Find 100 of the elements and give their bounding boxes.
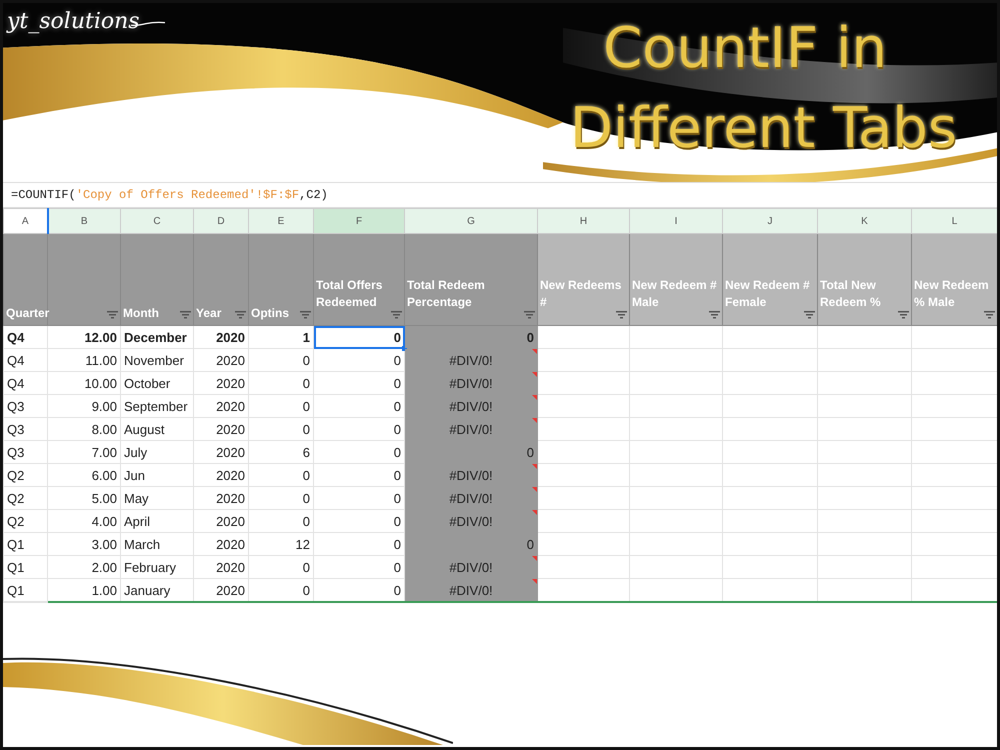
table-cell: #DIV/0! <box>404 556 538 578</box>
table-cell: 0 <box>314 486 404 510</box>
table-cell: Jun <box>120 464 194 486</box>
table-cell: March <box>120 532 194 556</box>
table-cell: May <box>120 486 194 510</box>
table-cell: 12.00 <box>48 326 120 348</box>
table-cell: February <box>120 556 194 578</box>
table-cell: 0 <box>314 326 404 348</box>
filter-icon[interactable] <box>391 311 402 319</box>
filter-icon[interactable] <box>235 311 246 319</box>
table-cell: 10.00 <box>48 372 120 394</box>
table-cell: 0 <box>248 418 314 440</box>
table-cell: 2020 <box>194 556 248 578</box>
table-cell: 0 <box>314 464 404 486</box>
column-header[interactable]: C <box>120 208 194 234</box>
filter-icon[interactable] <box>300 311 311 319</box>
table-cell: 8.00 <box>48 418 120 440</box>
column-header[interactable]: G <box>404 208 538 234</box>
table-cell: April <box>120 510 194 532</box>
table-cell: #DIV/0! <box>404 464 538 486</box>
header-label: Optins <box>251 305 289 322</box>
table-cell: December <box>120 326 194 348</box>
table-cell: Q2 <box>4 486 48 510</box>
filter-icon[interactable] <box>898 311 909 319</box>
table-cell: #DIV/0! <box>404 510 538 532</box>
header-label: Total New Redeem % <box>820 277 882 311</box>
column-header[interactable]: D <box>194 208 248 234</box>
filter-icon[interactable] <box>709 311 720 319</box>
table-cell: 1 <box>248 326 314 348</box>
header-label: Quarter <box>6 305 50 322</box>
table-cell: September <box>120 394 194 418</box>
table-cell: #DIV/0! <box>404 348 538 372</box>
column-header[interactable]: J <box>722 208 818 234</box>
column-header[interactable]: K <box>818 208 912 234</box>
table-cell: 2.00 <box>48 556 120 578</box>
table-cell: 0 <box>314 348 404 372</box>
filter-icon[interactable] <box>180 311 191 319</box>
title-text: Different Tabs <box>570 95 957 163</box>
table-cell: 6 <box>248 440 314 464</box>
table-cell: #DIV/0! <box>404 486 538 510</box>
table-cell: 4.00 <box>48 510 120 532</box>
table-cell: August <box>120 418 194 440</box>
filter-icon[interactable] <box>804 311 815 319</box>
table-cell: 0 <box>248 394 314 418</box>
table-cell: July <box>120 440 194 464</box>
table-cell: 2020 <box>194 510 248 532</box>
table-cell: Q2 <box>4 464 48 486</box>
table-cell: 2020 <box>194 372 248 394</box>
table-cell: Q4 <box>4 372 48 394</box>
table-cell: 0 <box>248 510 314 532</box>
table-cell: 0 <box>314 556 404 578</box>
table-cell: 0 <box>404 440 538 464</box>
table-cell: 0 <box>248 348 314 372</box>
table-cell: 2020 <box>194 464 248 486</box>
table-cell: November <box>120 348 194 372</box>
header-label: New Redeem # Male <box>632 277 718 311</box>
header-label: Total Offers Redeemed <box>316 277 384 311</box>
table-cell: 0 <box>314 532 404 556</box>
column-header[interactable]: A <box>4 208 48 234</box>
header-label: Year <box>196 305 222 322</box>
filter-icon[interactable] <box>107 311 118 319</box>
table-cell: October <box>120 372 194 394</box>
table-cell: #DIV/0! <box>404 394 538 418</box>
filter-icon[interactable] <box>616 311 627 319</box>
table-cell: 0 <box>314 510 404 532</box>
table-cell: 6.00 <box>48 464 120 486</box>
header-label: New Redeem # Female <box>725 277 811 311</box>
table-cell: 0 <box>248 486 314 510</box>
column-header[interactable]: I <box>630 208 722 234</box>
error-marker-icon <box>532 395 537 400</box>
error-marker-icon <box>532 510 537 515</box>
filter-icon[interactable] <box>984 311 995 319</box>
column-header[interactable]: E <box>248 208 314 234</box>
column-header[interactable]: B <box>48 208 120 234</box>
filter-icon[interactable] <box>524 311 535 319</box>
table-cell: Q2 <box>4 510 48 532</box>
error-marker-icon <box>532 487 537 492</box>
error-marker-icon <box>532 579 537 584</box>
table-cell: Q4 <box>4 348 48 372</box>
table-cell: 0 <box>248 372 314 394</box>
column-header[interactable]: F <box>314 208 404 234</box>
error-marker-icon <box>532 418 537 423</box>
table-cell: #DIV/0! <box>404 418 538 440</box>
table-cell: 0 <box>248 464 314 486</box>
table-cell: #DIV/0! <box>404 372 538 394</box>
table-cell: 9.00 <box>48 394 120 418</box>
table-cell: Q3 <box>4 394 48 418</box>
table-cell: January <box>120 578 194 602</box>
table-cell: Q1 <box>4 556 48 578</box>
table-cell: 11.00 <box>48 348 120 372</box>
formula-bar[interactable]: =COUNTIF('Copy of Offers Redeemed'!$F:$F,C2) <box>3 182 997 208</box>
table-cell: Q3 <box>4 418 48 440</box>
table-cell: 0 <box>404 326 538 348</box>
table-cell: 0 <box>404 532 538 556</box>
error-marker-icon <box>532 556 537 561</box>
column-header[interactable]: H <box>538 208 630 234</box>
table-cell: 12 <box>248 532 314 556</box>
column-header[interactable]: L <box>912 208 997 234</box>
table-cell: 2020 <box>194 486 248 510</box>
table-cell: 2020 <box>194 418 248 440</box>
